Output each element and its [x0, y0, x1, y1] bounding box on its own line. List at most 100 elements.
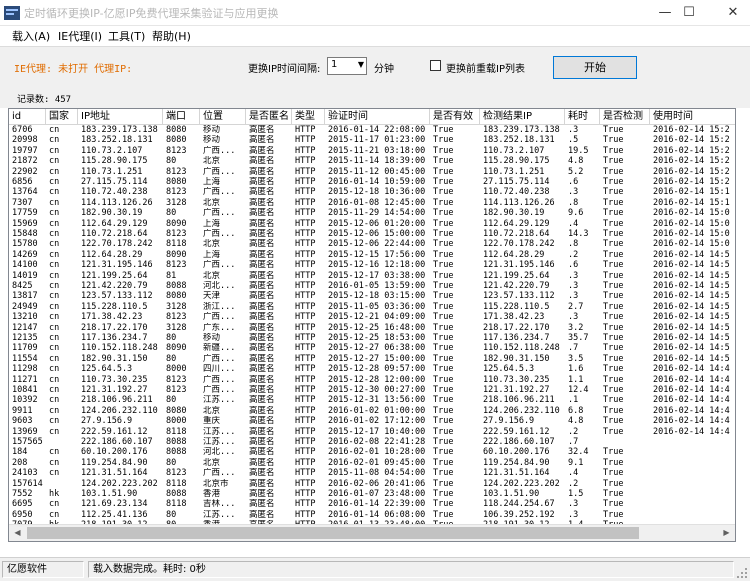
table-row[interactable]: 14269 cn 112.64.28.29 8090 上海 高匿名 HTTP 2015-12-… — [9, 250, 735, 260]
table-cell: 123.57.133.112 — [81, 291, 153, 302]
table-row[interactable]: 13817 cn 123.57.133.112 8080 天津 高匿名 HTTP 2015-1… — [9, 291, 735, 302]
table-cell: 2016-02-01 10:28:00 — [328, 447, 426, 458]
horizontal-scrollbar[interactable]: ◀ ▶ — [9, 524, 735, 541]
table-row[interactable]: 22902 cn 110.73.1.251 8123 广西... 高匿名 HTTP 2015-… — [9, 167, 735, 177]
table-row[interactable]: 11298 cn 125.64.5.3 8000 四川... 高匿名 HTTP 2015-12… — [9, 364, 735, 375]
table-row[interactable]: 11554 cn 182.90.31.150 80 广西... 高匿名 HTTP 2015-1… — [9, 354, 735, 364]
table-cell: 8123 — [166, 468, 187, 479]
table-row[interactable]: 9911 cn 124.206.232.110 8080 北京 高匿名 HTTP 2016-0… — [9, 405, 735, 416]
table-row[interactable]: 7552 hk 103.1.51.90 8088 香港 高匿名 HTTP 2016-01-07… — [9, 489, 735, 499]
interval-select[interactable]: 1 ▼ — [327, 57, 367, 75]
table-cell: cn — [49, 343, 60, 354]
table-row[interactable]: 8425 cn 121.42.220.79 8088 河北... 高匿名 HTTP 2016-… — [9, 281, 735, 291]
proxy-list-grid[interactable]: id 国家 IP地址 端口 位置 是否匿名 类型 验证时间 是否有效 检测结果IP 耗时 是否检测 使用… — [8, 108, 736, 542]
table-cell: 高匿名 — [249, 125, 275, 135]
column-header[interactable]: 检测结果IP — [480, 109, 565, 125]
column-header[interactable]: 是否匿名 — [246, 109, 292, 125]
table-row[interactable]: 12147 cn 218.17.22.170 3128 广东... 高匿名 HTTP 2015… — [9, 322, 735, 333]
table-row[interactable]: 14100 cn 121.31.195.146 8123 广西... 高匿名 HTTP 201… — [9, 260, 735, 271]
table-cell: True — [603, 322, 624, 333]
column-header[interactable]: 端口 — [163, 109, 200, 125]
table-cell: 14.3 — [568, 229, 589, 239]
table-row[interactable]: 15848 cn 110.72.218.64 8123 广西... 高匿名 HTTP 2015… — [9, 229, 735, 239]
table-row[interactable]: 11709 cn 110.152.118.248 8090 新疆... 高匿名 HTTP 20… — [9, 343, 735, 354]
table-cell: 2015-12-06 01:20:00 — [328, 218, 426, 229]
table-row[interactable]: 10392 cn 218.106.96.211 80 江苏... 高匿名 HTTP 2015-… — [9, 395, 735, 406]
table-row[interactable]: 208 cn 119.254.84.90 80 北京 高匿名 HTTP 2016-02-01 … — [9, 457, 735, 468]
column-header[interactable]: 是否检测 — [600, 109, 650, 125]
table-cell: 2016-02-14 15:1 — [653, 187, 730, 198]
table-row[interactable]: 10841 cn 121.31.192.27 8123 广西... 高匿名 HTTP 2015… — [9, 385, 735, 395]
table-cell: True — [603, 177, 624, 187]
column-header[interactable]: 耗时 — [565, 109, 600, 125]
scroll-left-icon[interactable]: ◀ — [9, 525, 26, 541]
table-row[interactable]: 6856 cn 27.115.75.114 8080 上海 高匿名 HTTP 2016-01-… — [9, 177, 735, 187]
table-cell: 103.1.51.90 — [81, 489, 138, 499]
table-cell: True — [433, 405, 454, 416]
table-row[interactable]: 184 cn 60.10.200.176 8088 河北... 高匿名 HTTP 2016-0… — [9, 447, 735, 458]
table-cell: 2015-12-27 06:38:00 — [328, 343, 426, 354]
table-cell: 80 — [166, 395, 177, 406]
scroll-right-icon[interactable]: ▶ — [718, 525, 735, 541]
column-header[interactable]: 使用时间 — [650, 109, 735, 125]
table-row[interactable]: 15969 cn 112.64.29.129 8090 上海 高匿名 HTTP 2015-12… — [9, 218, 735, 229]
table-cell: 115.228.110.5 — [483, 301, 550, 312]
table-cell: 高匿名 — [249, 364, 275, 375]
table-row[interactable]: 14019 cn 121.199.25.64 81 北京 高匿名 HTTP 2015-12-1… — [9, 270, 735, 281]
table-row[interactable]: 6706 cn 183.239.173.138 8080 移动 高匿名 HTTP 2016-0… — [9, 125, 735, 135]
table-row[interactable]: 19797 cn 110.73.2.107 8123 广西... 高匿名 HTTP 2015-… — [9, 146, 735, 156]
table-cell: 121.31.192.27 — [81, 385, 148, 395]
table-row[interactable]: 157614 124.202.223.202 8118 北京市 高匿名 HTTP 2016-… — [9, 478, 735, 489]
table-cell: 8090 — [166, 218, 187, 229]
table-row[interactable]: 13969 cn 222.59.161.12 8118 江苏... 高匿名 HTTP 2015… — [9, 426, 735, 437]
table-cell: True — [433, 457, 454, 468]
table-cell: 121.199.25.64 — [81, 270, 148, 281]
scrollbar-thumb[interactable] — [27, 527, 639, 539]
table-row[interactable]: 11271 cn 110.73.30.235 8123 广西... 高匿名 HTTP 2015… — [9, 375, 735, 385]
close-button[interactable]: ✕ — [716, 0, 750, 26]
table-cell: 171.38.42.23 — [81, 312, 143, 323]
table-cell: 2016-02-14 15:0 — [653, 239, 730, 250]
menu-load[interactable]: 载入(A) — [12, 28, 50, 44]
table-row[interactable]: 6695 cn 121.69.23.134 8118 吉林... 高匿名 HTTP 2016-… — [9, 499, 735, 509]
table-cell: .2 — [568, 478, 579, 489]
table-row[interactable]: 6950 cn 112.25.41.136 80 江苏... 高匿名 HTTP 2016-01… — [9, 509, 735, 520]
reload-list-checkbox[interactable] — [430, 60, 441, 71]
column-header[interactable]: id — [9, 109, 46, 125]
table-row[interactable]: 9603 cn 27.9.156.9 8000 重庆 高匿名 HTTP 2016-01-02 … — [9, 416, 735, 426]
table-cell: 2015-12-16 12:18:00 — [328, 260, 426, 271]
table-row[interactable]: 17759 cn 182.90.30.19 80 广西... 高匿名 HTTP 2015-11… — [9, 208, 735, 218]
column-header[interactable]: 验证时间 — [325, 109, 430, 125]
table-cell: 高匿名 — [249, 281, 275, 291]
menu-ie-proxy[interactable]: IE代理(I) — [58, 28, 102, 44]
table-row[interactable]: 7307 cn 114.113.126.26 3128 北京 高匿名 HTTP 2016-01… — [9, 198, 735, 208]
table-row[interactable]: 24949 cn 115.228.110.5 3128 浙江... 高匿名 HTTP 2015… — [9, 301, 735, 312]
column-header[interactable]: 位置 — [200, 109, 246, 125]
column-header[interactable]: 是否有效 — [430, 109, 480, 125]
table-cell: 11298 — [12, 364, 38, 375]
menu-tools[interactable]: 工具(T) — [108, 28, 145, 44]
menu-help[interactable]: 帮助(H) — [152, 28, 191, 44]
table-cell: 2016-02-14 14:5 — [653, 333, 730, 343]
table-row[interactable]: 15780 cn 122.70.178.242 8118 北京 高匿名 HTTP 2015-1… — [9, 239, 735, 250]
table-row[interactable]: 13210 cn 171.38.42.23 8123 广西... 高匿名 HTTP 2015-… — [9, 312, 735, 323]
maximize-button[interactable]: ☐ — [672, 0, 706, 26]
column-header[interactable]: 类型 — [292, 109, 325, 125]
table-cell: 4.8 — [568, 156, 584, 167]
column-header[interactable]: IP地址 — [78, 109, 163, 125]
table-row[interactable]: 24103 cn 121.31.51.164 8123 广西... 高匿名 HTTP 2015… — [9, 468, 735, 479]
table-row[interactable]: 12135 cn 117.136.234.7 80 移动 高匿名 HTTP 2015-12-2… — [9, 333, 735, 343]
table-row[interactable]: 21872 cn 115.28.90.175 80 北京 高匿名 HTTP 2015-11-1… — [9, 156, 735, 167]
table-row[interactable]: 157565 222.186.60.107 8088 江苏... 高匿名 HTTP 2016… — [9, 437, 735, 447]
resize-grip-icon[interactable] — [736, 567, 748, 579]
table-row[interactable]: 20998 cn 183.252.18.131 8080 移动 高匿名 HTTP 2015-1… — [9, 135, 735, 145]
table-cell: True — [433, 509, 454, 520]
column-header[interactable]: 国家 — [46, 109, 78, 125]
table-cell: cn — [49, 395, 60, 406]
table-cell: True — [603, 489, 624, 499]
table-row[interactable]: 13764 cn 110.72.40.238 8123 广西... 高匿名 HTTP 2015… — [9, 187, 735, 198]
table-cell: True — [603, 457, 624, 468]
start-button[interactable]: 开始 — [553, 56, 637, 79]
table-cell: True — [603, 426, 624, 437]
table-cell: True — [603, 218, 624, 229]
